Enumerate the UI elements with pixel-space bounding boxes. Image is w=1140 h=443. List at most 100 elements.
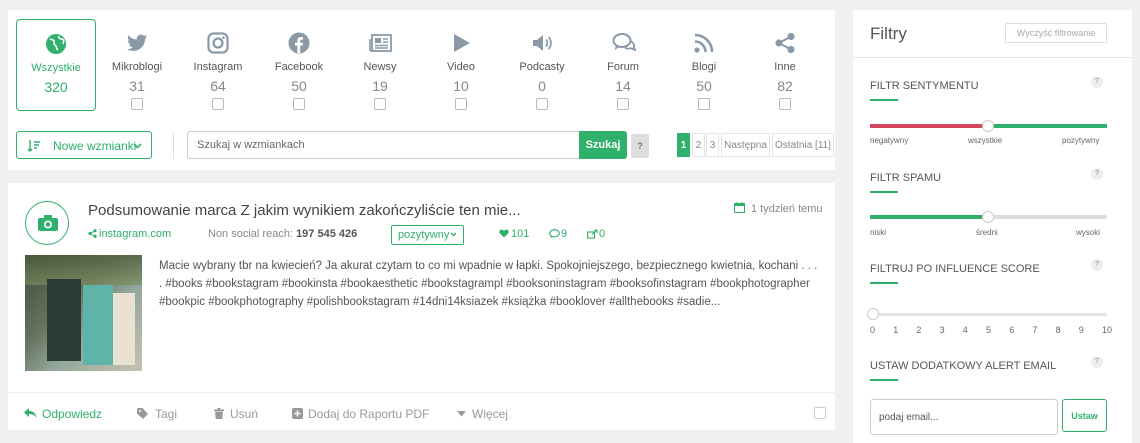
influence-tick: 10 <box>1102 325 1113 335</box>
clear-filters-button[interactable]: Wyczyść filtrowanie <box>1005 23 1107 43</box>
search-help-button[interactable]: ? <box>631 134 649 158</box>
source-checkbox[interactable] <box>617 98 629 110</box>
source-tile-forum[interactable]: Forum 14 <box>583 19 663 111</box>
page-2[interactable]: 2 <box>692 133 705 157</box>
help-icon[interactable]: ? <box>1091 76 1103 88</box>
facebook-icon <box>288 32 310 54</box>
mention-title[interactable]: Podsumowanie marca Z jakim wynikiem zako… <box>88 202 521 219</box>
source-tile-wszystkie[interactable]: Wszystkie 320 <box>16 19 96 111</box>
domain-text: instagram.com <box>99 228 172 240</box>
source-tile-mikroblogi[interactable]: Mikroblogi 31 <box>97 19 177 111</box>
help-icon[interactable]: ? <box>1091 356 1103 368</box>
source-tile-instagram[interactable]: Instagram 64 <box>178 19 258 111</box>
source-checkbox[interactable] <box>455 98 467 110</box>
rss-icon <box>693 32 715 54</box>
tag-icon <box>137 408 148 419</box>
email-input[interactable] <box>870 399 1058 435</box>
sort-dropdown[interactable]: Nowe wzmianki <box>16 131 152 159</box>
source-tile-newsy[interactable]: Newsy 19 <box>340 19 420 111</box>
mentions-toolbar: Nowe wzmianki Szukaj ? 1 2 3 Następna Os… <box>16 131 834 161</box>
source-checkbox[interactable] <box>536 98 548 110</box>
source-checkbox[interactable] <box>698 98 710 110</box>
source-name: Video <box>447 61 475 73</box>
sort-label: Nowe wzmianki <box>53 139 137 153</box>
influence-tick: 5 <box>986 325 992 335</box>
influence-tick: 6 <box>1009 325 1015 335</box>
source-count: 64 <box>210 78 226 94</box>
reply-label: Odpowiedz <box>42 407 103 421</box>
reach-value: 197 545 426 <box>296 228 358 240</box>
source-tile-video[interactable]: Video 10 <box>421 19 501 111</box>
spam-filter: FILTR SPAMU ? niski średni wysoki <box>870 168 1108 252</box>
calendar-icon <box>734 202 745 213</box>
source-checkbox[interactable] <box>212 98 224 110</box>
more-label: Więcej <box>472 407 509 421</box>
date-text: 1 tydzień temu <box>751 203 823 215</box>
source-name: Facebook <box>274 61 324 73</box>
heading-underline <box>870 99 898 101</box>
source-checkbox[interactable] <box>293 98 305 110</box>
caret-down-icon <box>457 411 466 417</box>
chevron-down-icon <box>450 232 457 237</box>
spam-slider[interactable] <box>870 211 1107 223</box>
next-page-link[interactable]: Następna <box>721 133 770 157</box>
filters-panel: Filtry Wyczyść filtrowanie FILTR SENTYME… <box>853 10 1132 443</box>
influence-slider-handle[interactable] <box>867 308 879 320</box>
source-count: 50 <box>696 78 712 94</box>
source-count: 50 <box>291 78 307 94</box>
sentiment-slider[interactable] <box>870 120 1107 132</box>
source-count: 31 <box>129 78 145 94</box>
shares-count: 0 <box>599 228 606 240</box>
email-alert-heading: USTAW DODATKOWY ALERT EMAIL <box>870 360 1057 372</box>
heart-icon <box>499 229 509 238</box>
sentiment-label-negative: negatywny <box>870 136 909 145</box>
share-icon <box>774 32 796 54</box>
source-checkbox[interactable] <box>779 98 791 110</box>
page-3[interactable]: 3 <box>706 133 719 157</box>
twitter-icon <box>126 32 148 54</box>
source-name: Newsy <box>363 61 397 73</box>
spam-slider-handle[interactable] <box>982 211 994 223</box>
likes-count: 101 <box>511 228 530 240</box>
influence-filter: FILTRUJ PO INFLUENCE SCORE ? 0 1 2 3 4 5 6 7 8 9 1… <box>867 259 1112 343</box>
source-checkbox[interactable] <box>131 98 143 110</box>
select-mention-checkbox[interactable] <box>814 407 826 419</box>
toolbar-divider <box>173 133 174 159</box>
source-count: 19 <box>372 78 388 94</box>
source-tile-inne[interactable]: Inne 82 <box>745 19 825 111</box>
source-tile-facebook[interactable]: Facebook 50 <box>259 19 339 111</box>
source-tile-blogi[interactable]: Blogi 50 <box>664 19 744 111</box>
source-tile-podcasty[interactable]: Podcasty 0 <box>502 19 582 111</box>
search-button[interactable]: Szukaj <box>579 131 627 159</box>
spam-heading: FILTR SPAMU <box>870 172 942 184</box>
page-1[interactable]: 1 <box>677 133 690 157</box>
set-email-alert-button[interactable]: Ustaw <box>1062 399 1107 432</box>
help-icon[interactable]: ? <box>1091 168 1103 180</box>
mention-thumbnail[interactable] <box>25 255 142 371</box>
sentiment-slider-handle[interactable] <box>982 120 994 132</box>
source-count: 0 <box>538 78 546 94</box>
source-avatar <box>25 201 69 245</box>
influence-tick: 2 <box>916 325 922 335</box>
sentiment-fill-negative <box>870 124 988 128</box>
source-count: 82 <box>777 78 793 94</box>
email-alert-section: USTAW DODATKOWY ALERT EMAIL ? <box>870 356 1108 396</box>
source-checkbox[interactable] <box>374 98 386 110</box>
source-count: 320 <box>44 79 68 95</box>
source-name: Podcasty <box>519 61 565 73</box>
search-input[interactable] <box>187 131 580 159</box>
last-page-link[interactable]: Ostatnia [11] <box>772 133 834 157</box>
share-arrow-icon <box>587 229 598 239</box>
heading-underline <box>870 191 898 193</box>
sentiment-label-all: wszystkie <box>968 136 1003 145</box>
sentiment-value: pozytywny <box>398 229 450 241</box>
spam-label-low: niski <box>870 228 887 237</box>
influence-heading: FILTRUJ PO INFLUENCE SCORE <box>870 263 1040 275</box>
globe-icon <box>45 33 67 55</box>
spam-label-high: wysoki <box>1076 228 1101 237</box>
help-icon[interactable]: ? <box>1091 259 1103 271</box>
sentiment-dropdown[interactable]: pozytywny <box>391 225 464 245</box>
source-name: Instagram <box>193 61 243 73</box>
influence-slider[interactable] <box>867 308 1107 320</box>
influence-tick: 4 <box>962 325 968 335</box>
